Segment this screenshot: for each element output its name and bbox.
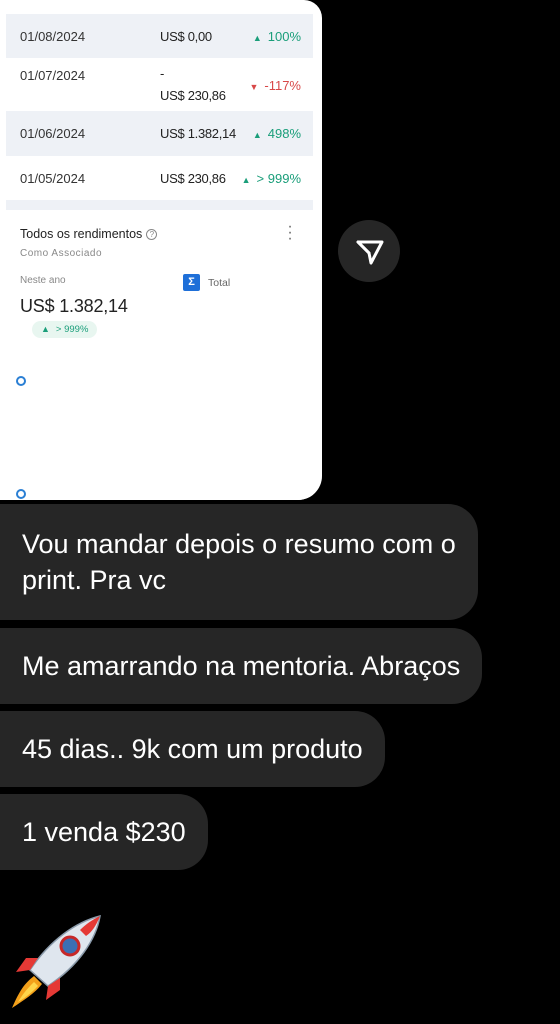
row-value: US$ 0,00	[160, 29, 212, 44]
up-arrow-icon: ▲	[252, 33, 262, 43]
up-arrow-icon: ▲	[41, 324, 50, 334]
table-row: 01/07/2024 - US$ 230,86 ▼ -117%	[6, 58, 313, 111]
down-arrow-icon: ▼	[249, 82, 259, 92]
period-label: Neste ano	[20, 275, 66, 286]
table-row: 01/06/2024 US$ 1.382,14 ▲ 498%	[6, 111, 313, 156]
earnings-subtitle: Como Associado	[20, 248, 103, 259]
row-change: ▲ 498%	[252, 126, 301, 141]
help-icon[interactable]: ?	[146, 229, 158, 240]
message-bubble[interactable]: Me amarrando na mentoria. Abraços	[0, 628, 483, 704]
table-row: 01/05/2024 US$ 230,86 ▲ > 999%	[6, 156, 313, 200]
chart-marker	[16, 376, 26, 386]
row-date: 01/07/2024	[20, 68, 86, 83]
up-arrow-icon: ▲	[252, 130, 262, 140]
shared-screenshot[interactable]: 01/08/2024 US$ 0,00 ▲ 100% 01/07/2024 - U…	[0, 0, 322, 500]
message-bubble[interactable]: Vou mandar depois o resumo com o print. …	[0, 504, 478, 620]
message-text: print. Pra vc	[22, 565, 167, 595]
more-options-icon[interactable]: · · ·	[284, 219, 296, 247]
message-text: Me amarrando na mentoria. Abraços	[22, 651, 461, 681]
message-bubble[interactable]: 1 venda $230	[0, 794, 208, 870]
change-badge: ▲ > 999%	[32, 321, 98, 338]
row-value: US$ 1.382,14	[160, 126, 236, 141]
table-row: 01/08/2024 US$ 0,00 ▲ 100%	[6, 14, 313, 58]
row-date: 01/05/2024	[20, 171, 86, 186]
sum-icon[interactable]: Σ	[183, 274, 200, 291]
message-text: Vou mandar depois o resumo com o	[22, 529, 456, 559]
message-text: 45 dias.. 9k com um produto	[22, 734, 363, 764]
earnings-section: Todos os rendimentos? Como Associado · · ·…	[6, 210, 313, 500]
chart-marker	[16, 489, 26, 499]
message-text: 1 venda $230	[22, 817, 186, 847]
row-value: US$ 230,86	[160, 171, 226, 186]
row-dash: -	[160, 66, 165, 81]
row-change: ▼ -117%	[249, 78, 301, 93]
row-change: ▲ > 999%	[241, 171, 301, 186]
earnings-amount: US$ 1.382,14	[20, 296, 128, 316]
row-date: 01/08/2024	[20, 29, 86, 44]
up-arrow-icon: ▲	[241, 175, 251, 185]
row-value: US$ 230,86	[160, 88, 226, 103]
earnings-title: Todos os rendimentos?	[20, 227, 158, 241]
section-divider	[6, 200, 313, 210]
total-label: Total	[208, 277, 231, 289]
row-date: 01/06/2024	[20, 126, 86, 141]
send-button[interactable]	[338, 220, 400, 282]
row-change: ▲ 100%	[252, 29, 301, 44]
message-bubble[interactable]: 45 dias.. 9k com um produto	[0, 711, 385, 787]
rocket-icon	[12, 914, 101, 1008]
send-icon	[356, 240, 384, 265]
